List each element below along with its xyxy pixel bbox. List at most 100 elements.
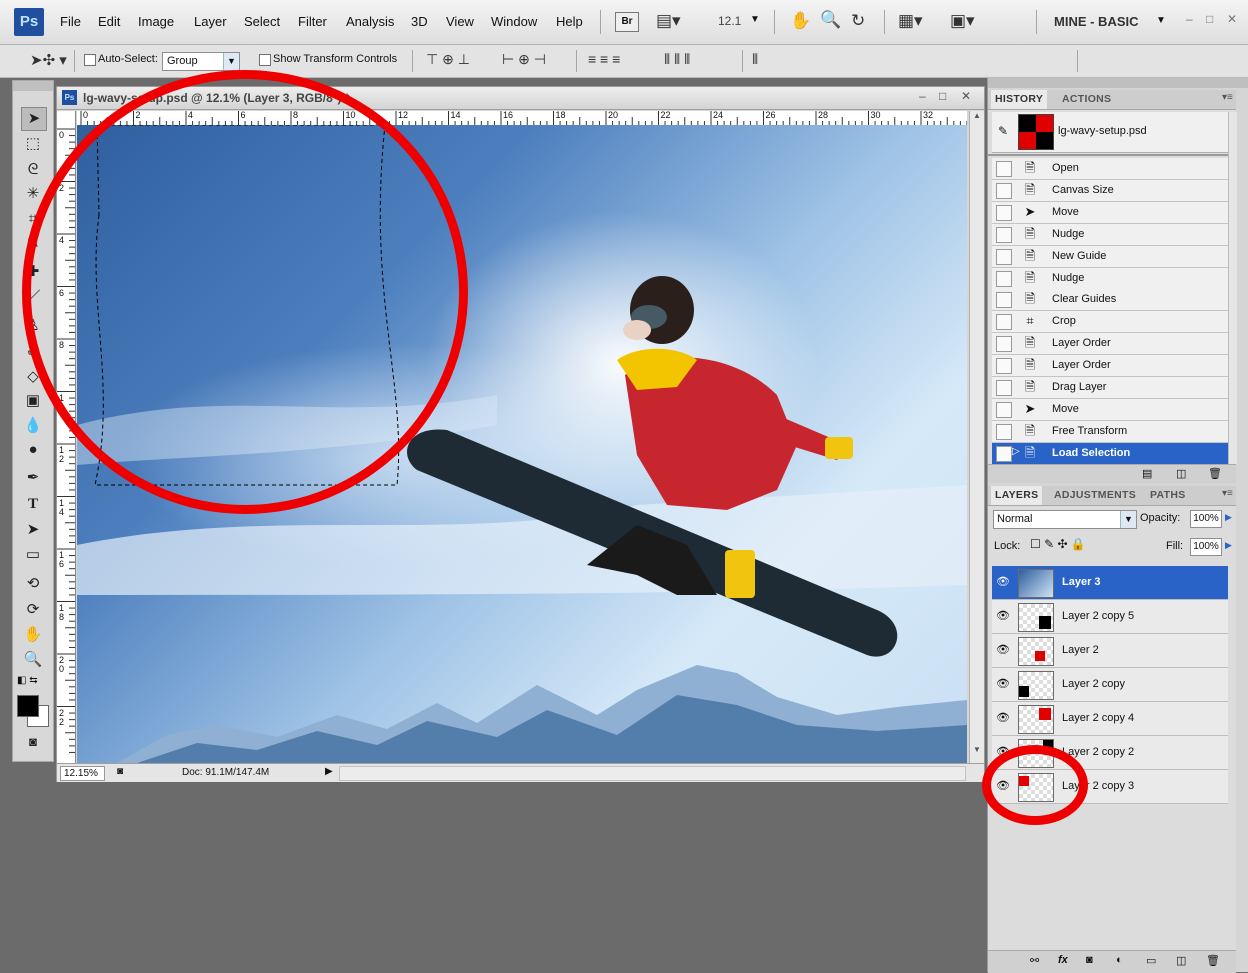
quick-mask-icon[interactable]: ◙	[21, 731, 45, 753]
auto-select-checkbox[interactable]	[84, 54, 96, 66]
tab-actions[interactable]: ACTIONS	[1058, 90, 1115, 109]
minimize-icon[interactable]: –	[1186, 12, 1193, 26]
close-icon[interactable]: ✕	[961, 89, 971, 103]
status-arrow-icon[interactable]: ▶	[325, 766, 333, 777]
history-state-row[interactable]: 🗎 Layer Order	[992, 333, 1228, 356]
close-icon[interactable]: ✕	[1227, 12, 1237, 26]
history-brush-source-checkbox[interactable]	[996, 270, 1012, 287]
menu-filter[interactable]: Filter	[298, 14, 327, 29]
menu-image[interactable]: Image	[138, 14, 174, 29]
dodge-tool-icon[interactable]: ●	[21, 439, 45, 461]
history-state-row[interactable]: 🗎 Open	[992, 158, 1228, 180]
menu-layer[interactable]: Layer	[194, 14, 227, 29]
create-snapshot-icon[interactable]: ◫	[1176, 467, 1186, 480]
menu-file[interactable]: File	[60, 14, 81, 29]
new-group-icon[interactable]: ▭	[1146, 954, 1156, 967]
history-brush-source-icon[interactable]: ✎	[998, 124, 1008, 138]
hand-tool-icon[interactable]: ✋	[21, 624, 45, 646]
blend-mode-dropdown[interactable]: Normal ▼	[993, 510, 1137, 529]
panel-menu-icon[interactable]: ▾≡	[1222, 488, 1233, 499]
screen-mode-icon[interactable]: ▣▾	[950, 11, 975, 31]
zoom-tool-icon[interactable]: 🔍	[21, 649, 45, 671]
layer-row[interactable]: 👁 Layer 2 copy 5	[992, 600, 1228, 634]
menu-edit[interactable]: Edit	[98, 14, 120, 29]
move-tool-icon[interactable]: ➤	[21, 107, 47, 131]
type-tool-icon[interactable]: T	[21, 493, 45, 515]
marquee-tool-icon[interactable]: ⬚	[21, 133, 45, 155]
history-state-row[interactable]: 🗎 Clear Guides	[992, 289, 1228, 312]
screen-mode-icon[interactable]: ▤▾	[656, 11, 681, 31]
new-document-from-state-icon[interactable]: ▤	[1142, 467, 1152, 480]
opacity-field[interactable]: 100%	[1190, 510, 1222, 528]
history-state-row[interactable]: 🗎 Layer Order	[992, 355, 1228, 378]
history-brush-source-checkbox[interactable]	[996, 380, 1012, 396]
move-tool-icon[interactable]: ➤✣ ▾	[30, 51, 67, 69]
history-state-row[interactable]: 🗎 New Guide	[992, 245, 1228, 268]
tab-layers[interactable]: LAYERS	[991, 486, 1043, 505]
lasso-tool-icon[interactable]: ᘓ	[21, 159, 45, 181]
3d-orbit-tool-icon[interactable]: ⟳	[21, 599, 45, 621]
trash-icon[interactable]: 🗑	[1208, 467, 1222, 480]
zoom-field[interactable]: 12.15%	[60, 766, 105, 781]
foreground-color-swatch-front[interactable]	[17, 695, 39, 717]
history-state-row[interactable]: 🗎 Drag Layer	[992, 377, 1228, 399]
lock-icons[interactable]: ☐ ✎ ✣ 🔒	[1030, 537, 1086, 551]
history-brush-source-checkbox[interactable]	[996, 401, 1012, 418]
3d-rotate-tool-icon[interactable]: ⟲	[21, 573, 45, 595]
zoom-level[interactable]: 12.1	[718, 14, 741, 28]
layer-row[interactable]: 👁 Layer 3	[992, 566, 1228, 600]
horizontal-scrollbar[interactable]	[339, 766, 966, 781]
menu-analysis[interactable]: Analysis	[346, 14, 394, 29]
auto-align-icon[interactable]: ⦀	[752, 51, 758, 68]
trash-icon[interactable]: 🗑	[1206, 954, 1220, 967]
blur-tool-icon[interactable]: 💧	[21, 415, 45, 437]
chevron-down-icon[interactable]: ▼	[1120, 511, 1136, 528]
chevron-down-icon[interactable]: ▼	[1156, 15, 1166, 26]
layer-row[interactable]: 👁 Layer 2 copy	[992, 668, 1228, 702]
menu-view[interactable]: View	[446, 14, 474, 29]
layer-row[interactable]: 👁 Layer 2 copy 4	[992, 702, 1228, 736]
distribute-horizontal-icons[interactable]: ⦀ ⦀ ⦀	[664, 51, 690, 68]
ruler-origin[interactable]	[57, 111, 76, 126]
layer-row[interactable]: 👁 Layer 2	[992, 634, 1228, 668]
panel-dock-header[interactable]	[988, 78, 1248, 88]
show-transform-checkbox[interactable]	[259, 54, 271, 66]
workspace-switcher[interactable]: MINE - BASIC	[1054, 14, 1139, 29]
gradient-tool-icon[interactable]: ▣	[21, 390, 45, 412]
history-state-row[interactable]: ▷ 🗎 Load Selection	[992, 442, 1228, 465]
history-state-row[interactable]: ⌗ Crop	[992, 311, 1228, 334]
pen-tool-icon[interactable]: ✒	[21, 467, 45, 489]
fill-field[interactable]: 100%	[1190, 538, 1222, 556]
history-brush-source-checkbox[interactable]	[996, 336, 1012, 353]
menu-3d[interactable]: 3D	[411, 14, 428, 29]
history-brush-source-checkbox[interactable]	[996, 182, 1012, 199]
visibility-eye-icon[interactable]: 👁	[996, 576, 1010, 588]
hand-icon[interactable]: ✋	[790, 11, 811, 31]
history-brush-source-checkbox[interactable]	[996, 161, 1012, 177]
rotate-view-icon[interactable]: ↻	[851, 11, 865, 31]
visibility-eye-icon[interactable]: 👁	[996, 644, 1010, 656]
auto-select-dropdown[interactable]: Group ▼	[162, 52, 240, 71]
fill-arrow-icon[interactable]: ▶	[1225, 540, 1232, 551]
path-selection-tool-icon[interactable]: ➤	[21, 519, 45, 541]
adjustment-layer-icon[interactable]: ◐	[1116, 954, 1123, 966]
align-icons[interactable]: ⊤ ⊕ ⊥	[426, 51, 470, 68]
visibility-eye-icon[interactable]: 👁	[996, 610, 1010, 622]
tools-panel-header[interactable]	[13, 81, 53, 91]
new-layer-icon[interactable]: ◫	[1176, 954, 1186, 967]
maximize-icon[interactable]: □	[1206, 12, 1213, 26]
history-brush-source-checkbox[interactable]	[996, 292, 1012, 309]
history-brush-source-checkbox[interactable]	[996, 204, 1012, 221]
history-state-row[interactable]: ➤ Move	[992, 201, 1228, 224]
scroll-down-arrow-icon[interactable]: ▼	[971, 745, 983, 759]
history-scrollbar[interactable]	[1228, 112, 1237, 464]
history-brush-source-checkbox[interactable]	[996, 248, 1012, 265]
visibility-eye-icon[interactable]: 👁	[996, 712, 1010, 724]
history-state-row[interactable]: 🗎 Free Transform	[992, 420, 1228, 443]
layer-mask-icon[interactable]: ◙	[1086, 954, 1093, 966]
vertical-scrollbar[interactable]: ▲ ▼	[969, 111, 984, 763]
bridge-button[interactable]: Br	[615, 12, 639, 32]
history-state-row[interactable]: ➤ Move	[992, 398, 1228, 421]
chevron-down-icon[interactable]: ▼	[223, 53, 239, 70]
history-state-row[interactable]: 🗎 Nudge	[992, 267, 1228, 290]
